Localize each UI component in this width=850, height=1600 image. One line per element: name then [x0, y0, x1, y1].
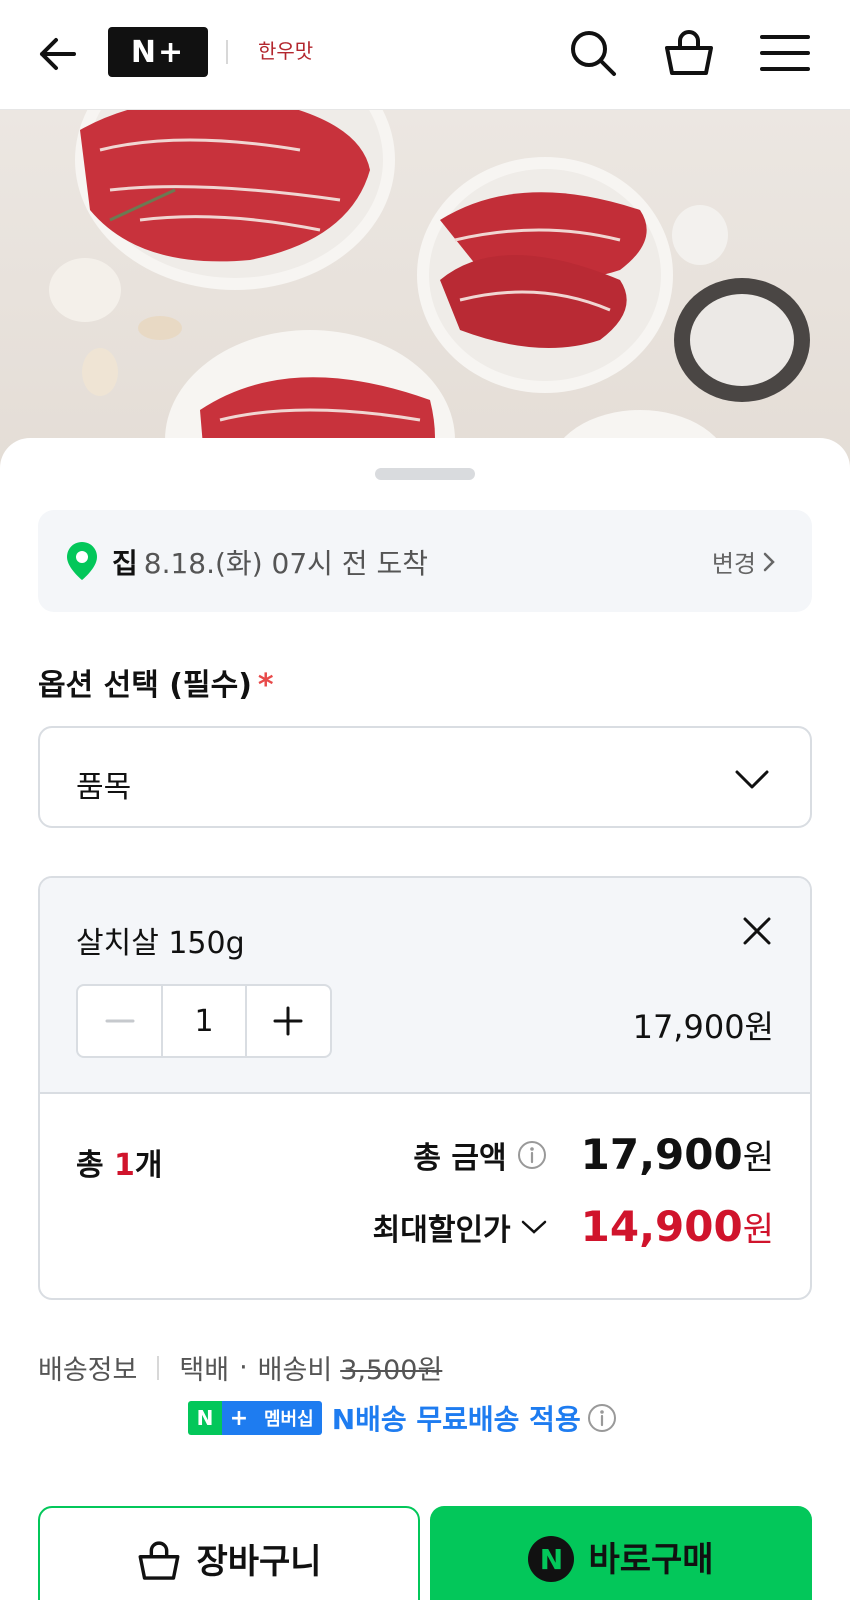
svg-text:한우맛: 한우맛: [258, 39, 313, 63]
naverpay-n-icon: N: [528, 1536, 575, 1582]
quantity-stepper: 1: [76, 984, 332, 1058]
required-mark: *: [257, 668, 274, 703]
top-header: N+ 한우맛: [0, 0, 850, 110]
item-name: 살치살 150g: [76, 926, 245, 961]
total-price: 17,900원: [581, 1130, 774, 1179]
cart-button-label: 장바구니: [196, 1542, 322, 1582]
total-count: 총 1개: [76, 1140, 163, 1184]
product-hero-image: [0, 110, 850, 470]
delivery-place: 집: [112, 547, 138, 580]
remove-item-close-icon[interactable]: [740, 914, 774, 948]
total-amount-row: 총 금액 17,900원: [413, 1130, 774, 1179]
count-prefix: 총: [76, 1148, 115, 1183]
search-icon[interactable]: [566, 26, 620, 80]
location-pin-icon: [67, 542, 97, 580]
discount-label: 최대할인가: [372, 1212, 511, 1248]
increase-button[interactable]: [247, 986, 330, 1056]
info-icon[interactable]: [517, 1140, 547, 1170]
shipping-info-row: 배송정보 택배 · 배송비 3,500원: [38, 1348, 442, 1387]
shipping-fee-label: 배송비: [257, 1355, 333, 1386]
option-bottom-sheet: 집 8.18.(화) 07시 전 도착 변경 옵션 선택 (필수) * 품목 살치살…: [0, 438, 850, 1600]
sheet-drag-handle[interactable]: [375, 468, 475, 480]
delivery-arrival-text: 집 8.18.(화) 07시 전 도착: [112, 542, 428, 582]
free-shipping-text: N배송 무료배송 적용: [331, 1403, 581, 1436]
hanwoo-brand-logo[interactable]: 한우맛: [258, 30, 322, 70]
delivery-arrival: 8.18.(화) 07시 전 도착: [143, 547, 428, 580]
logo-divider: [226, 40, 228, 64]
shipping-method: 택배: [179, 1355, 230, 1386]
decrease-button[interactable]: [78, 986, 161, 1056]
discount-price-row[interactable]: 최대할인가 14,900원: [373, 1202, 774, 1251]
beef-plates-photo: [49, 110, 810, 470]
badge-plus: +: [222, 1401, 256, 1435]
menu-icon[interactable]: [758, 26, 812, 80]
option-select-dropdown[interactable]: 품목: [38, 726, 812, 828]
discount-amount: 14,900: [580, 1202, 743, 1251]
minus-icon: [105, 1019, 135, 1023]
item-price: 17,900원: [632, 1008, 774, 1046]
selected-item: 살치살 150g 1 17,900원: [40, 878, 810, 1094]
buy-button-label: 바로구매: [588, 1540, 714, 1580]
badge-n: N: [188, 1401, 222, 1435]
select-value: 품목: [76, 770, 132, 805]
divider: [157, 1355, 160, 1380]
delivery-info-box: 집 8.18.(화) 07시 전 도착 변경: [38, 510, 812, 612]
option-section-title: 옵션 선택 (필수) *: [38, 660, 274, 704]
change-label: 변경: [711, 550, 756, 578]
total-amount: 17,900: [580, 1130, 743, 1179]
badge-text: 멤버십: [256, 1401, 322, 1435]
total-currency: 원: [742, 1138, 774, 1178]
option-title: 옵션 선택 (필수): [38, 668, 252, 703]
shopping-bag-icon[interactable]: [662, 26, 716, 80]
chevron-down-icon: [521, 1220, 546, 1234]
back-arrow-icon[interactable]: [34, 30, 82, 78]
change-address-link[interactable]: 변경: [712, 544, 776, 579]
add-to-cart-button[interactable]: 장바구니: [38, 1506, 420, 1600]
nplus-membership-badge: N + 멤버십: [188, 1401, 322, 1435]
count-suffix: 개: [134, 1148, 163, 1183]
discount-price: 14,900원: [581, 1202, 774, 1251]
chevron-right-icon: [763, 552, 775, 571]
shipping-label: 배송정보: [38, 1355, 138, 1386]
buy-now-button[interactable]: N 바로구매: [430, 1506, 812, 1600]
info-icon[interactable]: [587, 1403, 617, 1433]
membership-free-shipping-row: N + 멤버십 N배송 무료배송 적용: [188, 1398, 617, 1438]
count-number: 1: [114, 1148, 135, 1183]
quantity-value[interactable]: 1: [161, 986, 247, 1056]
original-shipping-fee: 3,500원: [340, 1355, 443, 1386]
plus-icon: [273, 1006, 303, 1036]
nplus-logo[interactable]: N+: [108, 27, 208, 77]
separator-dot: ·: [239, 1352, 248, 1383]
discount-currency: 원: [742, 1210, 774, 1250]
total-label: 총 금액: [413, 1140, 507, 1176]
order-summary-box: 살치살 150g 1 17,900원 총 1개 총 금액 17,900원 최대할…: [38, 876, 812, 1300]
chevron-down-icon: [735, 770, 769, 789]
shopping-bag-icon: [138, 1541, 180, 1580]
